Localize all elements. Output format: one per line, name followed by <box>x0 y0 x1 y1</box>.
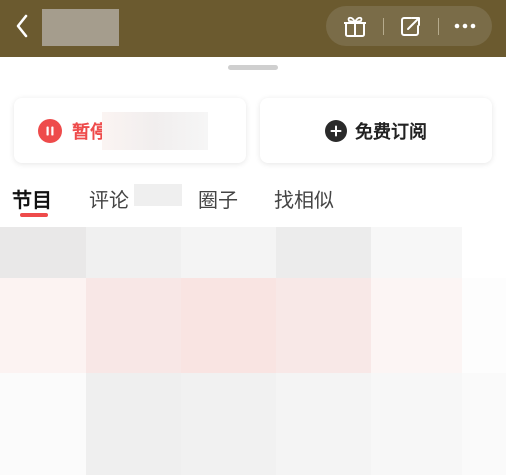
mosaic-cell <box>86 278 181 373</box>
header-actions <box>326 6 492 46</box>
mosaic-cell <box>276 373 371 475</box>
mosaic-cell <box>181 278 276 373</box>
mosaic-cell <box>371 278 462 373</box>
obscured-region <box>134 184 182 206</box>
mosaic-cell <box>371 373 462 475</box>
drag-handle[interactable] <box>228 65 278 70</box>
tab-find-similar[interactable]: 找相似 <box>274 184 334 213</box>
share-button[interactable] <box>384 6 436 46</box>
mosaic-cell <box>86 227 181 278</box>
mosaic-cell <box>86 373 181 475</box>
mosaic-cell <box>276 278 371 373</box>
pause-circle-icon <box>38 119 62 143</box>
mosaic-cell <box>0 373 86 475</box>
chevron-left-icon <box>16 14 28 38</box>
mosaic-cell <box>181 373 276 475</box>
mosaic-cell <box>181 227 276 278</box>
active-tab-indicator <box>20 213 48 217</box>
mosaic-cell <box>276 227 371 278</box>
subscribe-button[interactable]: 免费订阅 <box>260 98 492 163</box>
mosaic-cell <box>462 278 506 373</box>
share-icon <box>401 17 420 36</box>
obscured-region <box>102 112 208 150</box>
more-button[interactable] <box>439 6 491 46</box>
subscribe-label: 免费订阅 <box>355 121 427 143</box>
mosaic-cell <box>462 227 506 278</box>
mosaic-cell <box>0 278 86 373</box>
more-dots-icon <box>454 23 476 29</box>
mosaic-cell <box>0 227 86 278</box>
title-obscured <box>42 9 119 46</box>
header-bar <box>0 0 506 57</box>
gift-icon <box>344 16 366 37</box>
content-obscured <box>0 227 506 475</box>
plus-circle-icon <box>325 119 347 142</box>
tab-programs[interactable]: 节目 <box>12 184 52 213</box>
gift-button[interactable] <box>329 6 381 46</box>
pause-card[interactable]: 暂停 <box>14 98 246 163</box>
tab-circle[interactable]: 圈子 <box>198 184 238 213</box>
back-button[interactable] <box>8 10 36 42</box>
mosaic-cell <box>462 373 506 475</box>
mosaic-cell <box>371 227 462 278</box>
tab-comments[interactable]: 评论 <box>89 184 129 213</box>
